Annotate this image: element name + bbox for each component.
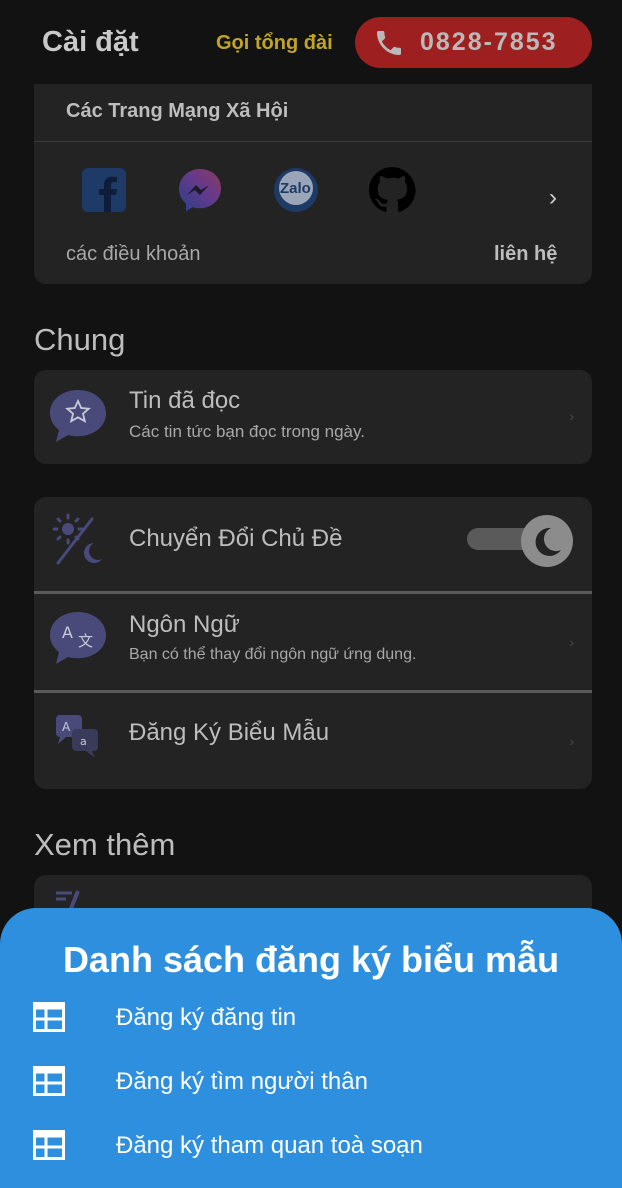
sheet-item-label: Đăng ký tham quan toà soạn <box>116 1132 423 1159</box>
star-chat-icon <box>50 390 106 442</box>
theme-row[interactable]: Chuyển Đổi Chủ Đề <box>34 497 592 591</box>
read-news-subtitle: Các tin tức bạn đọc trong ngày. <box>129 422 365 441</box>
sheet-title: Danh sách đăng ký biểu mẫu <box>62 939 560 980</box>
form-registration-title: Đăng Ký Biểu Mẫu <box>129 719 330 746</box>
svg-text:A: A <box>62 720 71 734</box>
general-settings-card: Chuyển Đổi Chủ Đề A 文 Ngôn Ngữ Bạn có th… <box>34 497 592 789</box>
sheet-item-find-relatives[interactable]: Đăng ký tìm người thân <box>0 1058 622 1108</box>
chevron-right-icon: › <box>569 733 574 749</box>
theme-toggle-knob[interactable] <box>521 515 573 567</box>
form-icon <box>33 1130 65 1160</box>
sheet-item-visit-newsroom[interactable]: Đăng ký tham quan toà soạn <box>0 1122 622 1172</box>
svg-text:A: A <box>62 623 73 642</box>
chevron-right-icon: › <box>569 408 574 424</box>
sheet-item-label: Đăng ký tìm người thân <box>116 1068 368 1095</box>
language-row[interactable]: A 文 Ngôn Ngữ Bạn có thể thay đổi ngôn ng… <box>34 594 592 690</box>
social-networks-card: Các Trang Mạng Xã Hội Zalo › các điều kh… <box>34 84 592 284</box>
read-news-card[interactable]: Tin đã đọc Các tin tức bạn đọc trong ngà… <box>34 370 592 464</box>
form-icon <box>33 1066 65 1096</box>
form-icon <box>33 1002 65 1032</box>
sheet-item-label: Đăng ký đăng tin <box>116 1004 297 1031</box>
terms-link[interactable]: các điều khoản <box>66 243 201 266</box>
call-center-label: Gọi tổng đài <box>216 32 333 54</box>
svg-text:文: 文 <box>78 632 93 650</box>
form-chat-icon: A a <box>56 715 98 758</box>
chevron-right-icon: › <box>569 634 574 650</box>
section-title-more: Xem thêm <box>34 827 176 862</box>
messenger-icon[interactable] <box>176 166 224 214</box>
language-translate-icon: A 文 <box>50 612 106 664</box>
contact-link[interactable]: liên hệ <box>494 243 557 266</box>
sheet-item-post-news[interactable]: Đăng ký đăng tin <box>0 994 622 1044</box>
svg-text:a: a <box>80 735 87 748</box>
section-title-general: Chung <box>34 322 126 357</box>
form-list-bottom-sheet: Danh sách đăng ký biểu mẫu Đăng ký đăng … <box>0 908 622 1188</box>
social-card-title: Các Trang Mạng Xã Hội <box>66 100 289 122</box>
phone-icon <box>377 31 401 55</box>
call-button[interactable]: 0828-7853 <box>355 17 592 68</box>
language-title: Ngôn Ngữ <box>129 611 240 638</box>
moon-icon <box>535 527 561 556</box>
language-subtitle: Bạn có thể thay đổi ngôn ngữ ứng dụng. <box>129 646 417 663</box>
github-icon[interactable] <box>368 166 416 214</box>
facebook-icon[interactable] <box>80 166 128 214</box>
zalo-icon[interactable]: Zalo <box>272 166 320 214</box>
form-registration-row[interactable]: A a Đăng Ký Biểu Mẫu › <box>34 693 592 789</box>
page-title: Cài đặt <box>42 26 139 58</box>
read-news-title: Tin đã đọc <box>129 387 241 414</box>
read-news-row[interactable]: Tin đã đọc Các tin tức bạn đọc trong ngà… <box>34 370 592 464</box>
zalo-text: Zalo <box>280 180 311 197</box>
theme-sun-moon-icon <box>52 513 102 565</box>
chevron-right-icon[interactable]: › <box>549 184 557 212</box>
app-header: Cài đặt Gọi tổng đài 0828-7853 <box>0 0 622 86</box>
divider <box>34 141 592 142</box>
theme-title: Chuyển Đổi Chủ Đề <box>129 525 343 552</box>
phone-number: 0828-7853 <box>420 28 558 56</box>
